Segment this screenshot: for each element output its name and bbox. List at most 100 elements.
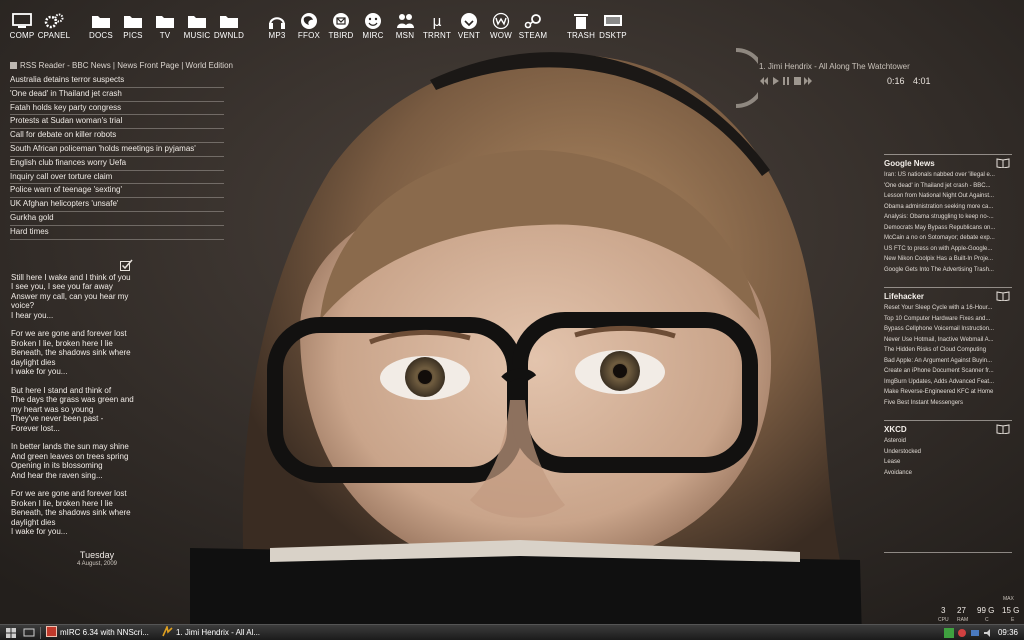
- dock-comp[interactable]: COMP: [5, 12, 39, 41]
- dock-tv[interactable]: TV: [148, 12, 182, 41]
- dock-msn[interactable]: MSN: [388, 12, 422, 41]
- rss-item[interactable]: Fatah holds key party congress: [10, 102, 224, 116]
- book-icon[interactable]: [996, 291, 1010, 301]
- dock-mirc[interactable]: MIRC: [356, 12, 390, 41]
- total-time: 4:01: [913, 76, 931, 86]
- dock-music[interactable]: MUSIC: [180, 12, 214, 41]
- dock-mp3[interactable]: MP3: [260, 12, 294, 41]
- feed-item[interactable]: ImgBurn Updates, Adds Advanced Feat...: [884, 377, 1012, 388]
- task-label: mIRC 6.34 with NNScri...: [60, 628, 149, 637]
- task-button-mirc[interactable]: mIRC 6.34 with NNScri...: [46, 626, 154, 640]
- rss-list: Australia detains terror suspects 'One d…: [10, 74, 224, 240]
- feed-title-text: Lifehacker: [884, 292, 925, 301]
- next-icon[interactable]: [804, 77, 812, 85]
- winamp-task-icon: [162, 626, 173, 637]
- feed-title[interactable]: Google News: [884, 154, 1012, 169]
- dock-label: DWNLD: [213, 31, 245, 40]
- feed-title[interactable]: XKCD: [884, 420, 1012, 435]
- feed-item[interactable]: Top 10 Computer Hardware Fixes and...: [884, 314, 1012, 325]
- ram-label: RAM: [957, 617, 969, 623]
- feed-item[interactable]: Reset Your Sleep Cycle with a 16-Hour...: [884, 303, 1012, 314]
- feed-title-text: XKCD: [884, 425, 907, 434]
- divider: [884, 552, 1012, 553]
- computer-icon: [12, 13, 32, 28]
- gears-icon: [44, 13, 64, 29]
- clock[interactable]: 09:36: [998, 626, 1018, 640]
- feed-item[interactable]: Five Best Instant Messengers: [884, 398, 1012, 409]
- msn-icon: [397, 14, 414, 28]
- rss-item[interactable]: Hard times: [10, 226, 224, 240]
- book-icon[interactable]: [996, 424, 1010, 434]
- task-label: 1. Jimi Hendrix - All Al...: [176, 628, 261, 637]
- feed-item[interactable]: Bypass Cellphone Voicemail Instruction..…: [884, 324, 1012, 335]
- rss-item[interactable]: Australia detains terror suspects: [10, 74, 224, 88]
- feed-item[interactable]: Make Reverse-Engineered KFC at Home: [884, 387, 1012, 398]
- stop-icon[interactable]: [794, 77, 801, 85]
- progress-arc: [735, 48, 758, 108]
- rss-item[interactable]: UK Afghan helicopters 'unsafe': [10, 198, 224, 212]
- feed-title[interactable]: Lifehacker: [884, 287, 1012, 302]
- dock-wow[interactable]: WOW: [484, 12, 518, 41]
- feed-item[interactable]: Never Use Hotmail, Inactive Webmail A...: [884, 335, 1012, 346]
- drive-c-value: 99 G: [977, 606, 995, 615]
- feed-item[interactable]: Lesson from National Night Out Against..…: [884, 191, 1012, 202]
- feed-item[interactable]: New Nikon Coolpix Has a Built-In Proje..…: [884, 254, 1012, 265]
- play-icon[interactable]: [773, 77, 779, 85]
- feed-item[interactable]: Lease: [884, 457, 1012, 468]
- feed-item[interactable]: Avoidance: [884, 468, 1012, 479]
- dock-dsktp[interactable]: DSKTP: [596, 12, 630, 41]
- feed-item[interactable]: Obama administration seeking more ca...: [884, 202, 1012, 213]
- rss-item[interactable]: Gurkha gold: [10, 212, 224, 226]
- feed-list: Reset Your Sleep Cycle with a 16-Hour...…: [884, 303, 1012, 408]
- dock-trrnt[interactable]: µ TRRNT: [420, 12, 454, 41]
- start-icon[interactable]: [4, 626, 18, 640]
- folder-icon: [92, 16, 110, 28]
- elapsed-time: 0:16: [887, 76, 905, 86]
- rss-item[interactable]: 'One dead' in Thailand jet crash: [10, 88, 224, 102]
- dock-steam[interactable]: STEAM: [516, 12, 550, 41]
- tray-volume-icon[interactable]: [983, 628, 993, 638]
- folder-icon: [188, 16, 206, 28]
- dock-label: STEAM: [518, 31, 548, 40]
- tray-monitor-icon[interactable]: [970, 628, 980, 638]
- feed-item[interactable]: 'One dead' in Thailand jet crash - BBC..…: [884, 181, 1012, 192]
- feed-item[interactable]: McCain a no on Sotomayor; debate exp...: [884, 233, 1012, 244]
- dock-ffox[interactable]: FFOX: [292, 12, 326, 41]
- rss-item[interactable]: Police warn of teenage 'sexting': [10, 184, 224, 199]
- feed-item[interactable]: Bad Apple: An Argument Against Buyin...: [884, 356, 1012, 367]
- feed-item[interactable]: Asteroid: [884, 436, 1012, 447]
- feed-item[interactable]: Understocked: [884, 447, 1012, 458]
- book-icon[interactable]: [996, 158, 1010, 168]
- dock-dwnld[interactable]: DWNLD: [212, 12, 246, 41]
- dock-cpanel[interactable]: CPANEL: [37, 12, 71, 41]
- mirc-icon: [365, 13, 381, 29]
- dock-pics[interactable]: PICS: [116, 12, 150, 41]
- feed-item[interactable]: Analysis: Obama struggling to keep no-..…: [884, 212, 1012, 223]
- show-desktop-icon[interactable]: [22, 626, 36, 640]
- feed-item[interactable]: Create an iPhone Document Scanner fr...: [884, 366, 1012, 377]
- rss-item[interactable]: Inquiry call over torture claim: [10, 171, 224, 185]
- dock-docs[interactable]: DOCS: [84, 12, 118, 41]
- rss-item[interactable]: Call for debate on killer robots: [10, 129, 224, 143]
- dock-tbird[interactable]: TBIRD: [324, 12, 358, 41]
- tray-utorrent-icon[interactable]: [944, 628, 954, 638]
- dock-label: FFOX: [297, 31, 321, 40]
- rss-item[interactable]: English club finances worry Uefa: [10, 157, 224, 171]
- rss-header[interactable]: RSS Reader - BBC News | News Front Page …: [10, 60, 233, 72]
- previous-icon[interactable]: [760, 77, 768, 85]
- rss-item[interactable]: South African policeman 'holds meetings …: [10, 143, 224, 157]
- feed-item[interactable]: US FTC to press on with Apple-Google...: [884, 244, 1012, 255]
- dock-vent[interactable]: VENT: [452, 12, 486, 41]
- tray-network-icon[interactable]: [957, 628, 967, 638]
- feed-item[interactable]: The Hidden Risks of Cloud Computing: [884, 345, 1012, 356]
- rss-item[interactable]: Protests at Sudan woman's trial: [10, 115, 224, 130]
- task-button-winamp[interactable]: 1. Jimi Hendrix - All Al...: [162, 626, 266, 640]
- feed-item[interactable]: Democrats May Bypass Republicans on...: [884, 223, 1012, 234]
- checkbox-icon[interactable]: [120, 259, 133, 271]
- ventrilo-icon: [461, 13, 477, 29]
- dock-trash[interactable]: TRASH: [564, 12, 598, 41]
- pause-icon[interactable]: [783, 77, 789, 85]
- feed-item[interactable]: Iran: US nationals nabbed over 'illegal …: [884, 170, 1012, 181]
- dock-label: DSKTP: [599, 31, 627, 40]
- feed-item[interactable]: Google Gets Into The Advertising Trash..…: [884, 265, 1012, 276]
